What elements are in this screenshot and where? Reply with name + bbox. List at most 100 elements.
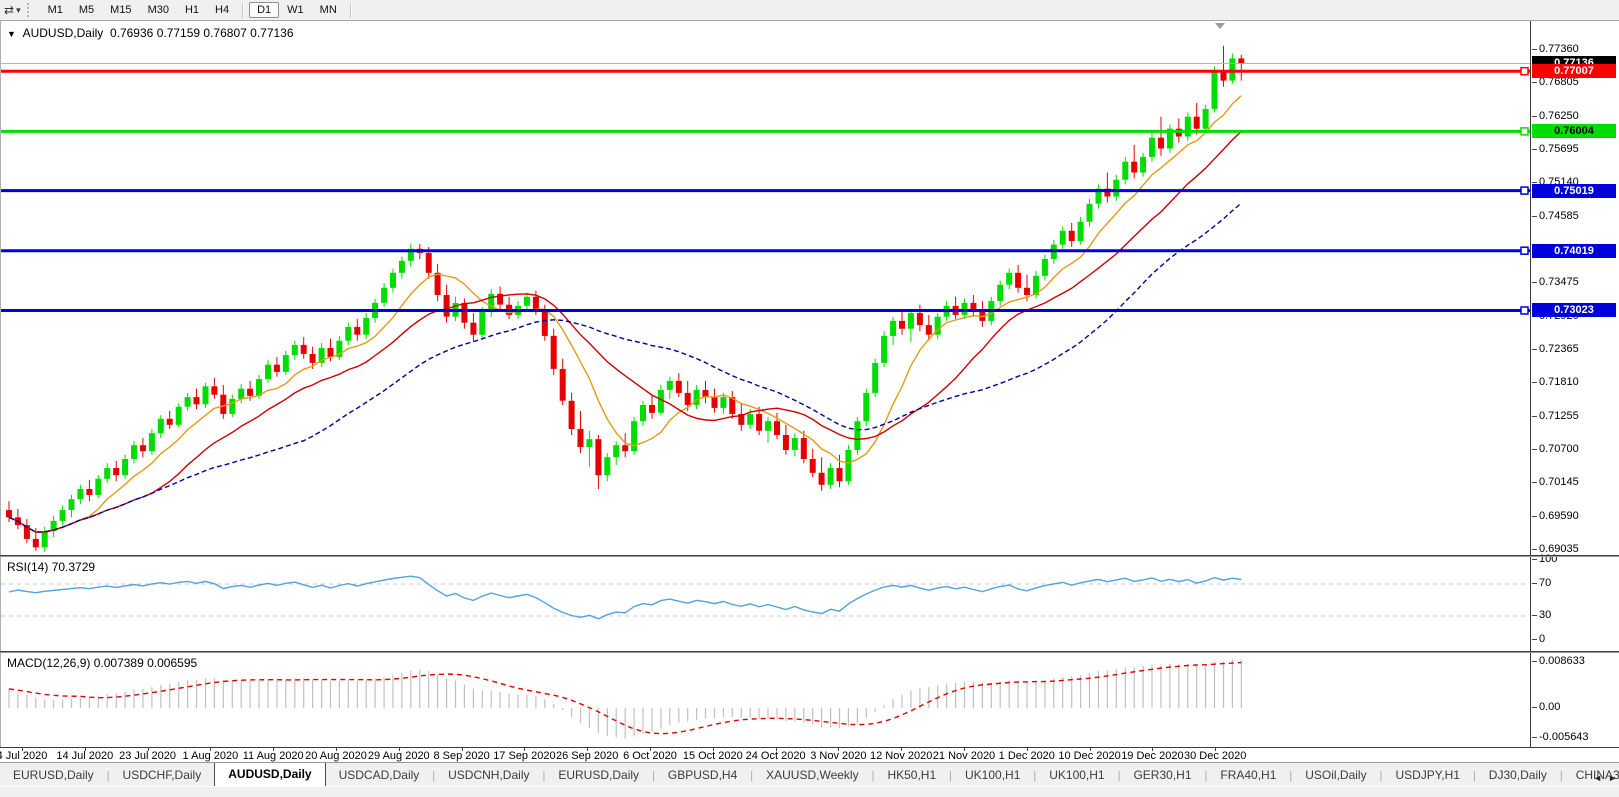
macd-tick: 0.008633 bbox=[1539, 655, 1585, 667]
date-label: 4 Jul 2020 bbox=[0, 750, 57, 762]
tab-gbpusd-h4[interactable]: GBPUSD,H4 bbox=[655, 765, 750, 786]
cursor-tool-icon[interactable]: ⇄ bbox=[0, 3, 16, 17]
chevron-down-icon[interactable]: ▾ bbox=[16, 5, 25, 16]
date-label: 19 Dec 2020 bbox=[1117, 750, 1187, 762]
timeframe-m5-button[interactable]: M5 bbox=[71, 2, 102, 18]
timeframe-h4-button[interactable]: H4 bbox=[207, 2, 237, 18]
date-label: 14 Jul 2020 bbox=[50, 750, 120, 762]
tab-uk100-h1[interactable]: UK100,H1 bbox=[952, 765, 1033, 786]
date-label: 23 Jul 2020 bbox=[113, 750, 183, 762]
date-label: 10 Dec 2020 bbox=[1055, 750, 1125, 762]
date-label: 30 Dec 2020 bbox=[1180, 750, 1250, 762]
ohlc-close: 0.77136 bbox=[250, 26, 293, 40]
tab-fra40-h1[interactable]: FRA40,H1 bbox=[1207, 765, 1289, 786]
timeframe-m1-button[interactable]: M1 bbox=[40, 2, 71, 18]
date-label: 1 Dec 2020 bbox=[992, 750, 1062, 762]
price-tick: 0.72365 bbox=[1539, 343, 1579, 355]
price-tick: 0.71810 bbox=[1539, 376, 1579, 388]
timeframe-m15-button[interactable]: M15 bbox=[102, 2, 139, 18]
macd-tick: 0.00 bbox=[1539, 701, 1560, 713]
panel-separator[interactable] bbox=[0, 555, 1619, 557]
collapse-triangle-icon[interactable]: ▼ bbox=[7, 29, 16, 39]
rsi-tick: 30 bbox=[1539, 609, 1551, 621]
rsi-value: 70.3729 bbox=[52, 560, 95, 574]
tab-scroll-left-icon[interactable]: ◄ bbox=[1593, 773, 1602, 783]
date-label: 8 Sep 2020 bbox=[427, 750, 497, 762]
chart-ohlc-title: ▼ AUDUSD,Daily 0.76936 0.77159 0.76807 0… bbox=[7, 26, 294, 40]
chart-tab-bar: EURUSD,Daily|USDCHF,DailyAUDUSD,DailyUSD… bbox=[0, 762, 1619, 786]
price-tick: 0.69590 bbox=[1539, 510, 1579, 522]
bottom-strip bbox=[0, 786, 1619, 797]
blue-line-badge-3[interactable]: 0.73023 bbox=[1532, 303, 1616, 317]
timeframe-h1-button[interactable]: H1 bbox=[177, 2, 207, 18]
date-label: 29 Aug 2020 bbox=[364, 750, 434, 762]
tab-xauusd-weekly[interactable]: XAUUSD,Weekly bbox=[753, 765, 871, 786]
candlestick-plot[interactable] bbox=[1, 21, 1531, 555]
rsi-tick: 70 bbox=[1539, 577, 1551, 589]
timeframe-w1-button[interactable]: W1 bbox=[279, 2, 312, 18]
chart-shift-marker[interactable] bbox=[1215, 23, 1225, 29]
tab-usdchf-daily[interactable]: USDCHF,Daily bbox=[110, 765, 215, 786]
macd-signal-value: 0.006595 bbox=[147, 656, 197, 670]
chart-symbol-period: AUDUSD,Daily bbox=[23, 26, 104, 40]
price-tick: 0.76250 bbox=[1539, 110, 1579, 122]
date-label: 6 Oct 2020 bbox=[615, 750, 685, 762]
toolbar-grip[interactable] bbox=[27, 3, 34, 17]
tab-dj30-daily[interactable]: DJ30,Daily bbox=[1476, 765, 1560, 786]
blue-line-badge-1[interactable]: 0.75019 bbox=[1532, 184, 1616, 198]
tab-uk100-h1[interactable]: UK100,H1 bbox=[1036, 765, 1117, 786]
price-tick: 0.77360 bbox=[1539, 43, 1579, 55]
tab-eurusd-daily[interactable]: EURUSD,Daily bbox=[0, 765, 107, 786]
tab-usoil-daily[interactable]: USOil,Daily bbox=[1292, 765, 1379, 786]
date-axis: 4 Jul 202014 Jul 202023 Jul 20201 Aug 20… bbox=[0, 747, 1619, 762]
date-label: 21 Nov 2020 bbox=[929, 750, 999, 762]
tab-usdjpy-h1[interactable]: USDJPY,H1 bbox=[1382, 765, 1472, 786]
toolbar-separator bbox=[242, 3, 244, 18]
rsi-label: RSI(14) 70.3729 bbox=[7, 560, 95, 574]
date-label: 20 Aug 2020 bbox=[301, 750, 371, 762]
green-line-badge[interactable]: 0.76004 bbox=[1532, 124, 1616, 138]
tab-ger30-h1[interactable]: GER30,H1 bbox=[1120, 765, 1204, 786]
macd-indicator-plot[interactable] bbox=[1, 653, 1531, 747]
macd-name: MACD(12,26,9) bbox=[7, 656, 90, 670]
date-label: 11 Aug 2020 bbox=[238, 750, 308, 762]
date-label: 15 Oct 2020 bbox=[678, 750, 748, 762]
date-label: 24 Oct 2020 bbox=[741, 750, 811, 762]
date-label: 26 Sep 2020 bbox=[552, 750, 622, 762]
ma-fast-orange bbox=[9, 96, 1241, 532]
date-label: 3 Nov 2020 bbox=[803, 750, 873, 762]
price-tick: 0.70700 bbox=[1539, 443, 1579, 455]
blue-line-badge-2[interactable]: 0.74019 bbox=[1532, 244, 1616, 258]
tab-scroll-right-icon[interactable]: ► bbox=[1608, 773, 1617, 783]
tab-usdcad-daily[interactable]: USDCAD,Daily bbox=[326, 765, 433, 786]
tab-audusd-daily[interactable]: AUDUSD,Daily bbox=[214, 762, 325, 786]
date-label: 1 Aug 2020 bbox=[175, 750, 245, 762]
toolbar-separator bbox=[350, 3, 352, 18]
rsi-line bbox=[9, 576, 1241, 619]
price-tick: 0.71255 bbox=[1539, 410, 1579, 422]
macd-tick: -0.005643 bbox=[1539, 731, 1589, 743]
price-tick: 0.74585 bbox=[1539, 210, 1579, 222]
price-tick: 0.70145 bbox=[1539, 476, 1579, 488]
timeframe-toolbar: ⇄ ▾ M1M5M15M30H1H4 D1W1MN bbox=[0, 0, 1619, 21]
rsi-indicator-plot[interactable] bbox=[1, 557, 1531, 651]
ohlc-low: 0.76807 bbox=[203, 26, 246, 40]
tab-eurusd-daily[interactable]: EURUSD,Daily bbox=[545, 765, 652, 786]
date-label: 12 Nov 2020 bbox=[866, 750, 936, 762]
chart-workspace: ▼ AUDUSD,Daily 0.76936 0.77159 0.76807 0… bbox=[0, 21, 1619, 762]
macd-label: MACD(12,26,9) 0.007389 0.006595 bbox=[7, 656, 197, 670]
tab-hk50-h1[interactable]: HK50,H1 bbox=[874, 765, 949, 786]
macd-main-value: 0.007389 bbox=[94, 656, 144, 670]
tab-usdcnh-daily[interactable]: USDCNH,Daily bbox=[435, 765, 542, 786]
ohlc-open: 0.76936 bbox=[110, 26, 153, 40]
timeframe-d1-button[interactable]: D1 bbox=[249, 2, 279, 18]
rsi-name: RSI(14) bbox=[7, 560, 48, 574]
date-label: 17 Sep 2020 bbox=[489, 750, 559, 762]
timeframe-m30-button[interactable]: M30 bbox=[140, 2, 177, 18]
panel-separator[interactable] bbox=[0, 651, 1619, 653]
ohlc-high: 0.77159 bbox=[157, 26, 200, 40]
rsi-tick: 0 bbox=[1539, 633, 1545, 645]
timeframe-mn-button[interactable]: MN bbox=[312, 2, 345, 18]
red-line-badge[interactable]: 0.77007 bbox=[1532, 64, 1616, 78]
price-axis-border bbox=[1530, 21, 1531, 747]
